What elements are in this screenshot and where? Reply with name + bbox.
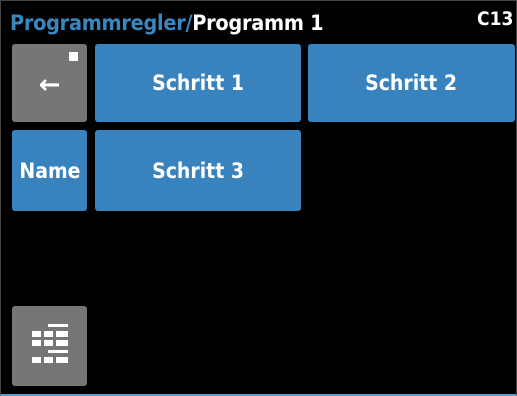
keypad-icon [31, 324, 68, 368]
breadcrumb: Programmregler/Programm 1 [10, 8, 510, 38]
back-button[interactable]: ← [12, 44, 87, 122]
step-2-button[interactable]: Schritt 2 [308, 44, 515, 122]
breadcrumb-parent[interactable]: Programmregler [10, 11, 186, 35]
page-title: Programm 1 [192, 11, 324, 35]
breadcrumb-text: Programmregler/Programm 1 [10, 11, 324, 35]
screen-code: C13 [476, 8, 513, 30]
back-arrow-icon: ← [38, 70, 61, 100]
screen: Programmregler/Programm 1 C13 ← Schritt … [0, 0, 517, 396]
step-1-label: Schritt 1 [152, 71, 244, 95]
corner-square-icon [69, 52, 78, 61]
keypad-button[interactable] [12, 306, 87, 386]
step-3-button[interactable]: Schritt 3 [95, 130, 301, 211]
step-2-label: Schritt 2 [365, 71, 458, 95]
name-button[interactable]: Name [12, 130, 87, 211]
step-3-label: Schritt 3 [152, 158, 244, 183]
step-1-button[interactable]: Schritt 1 [95, 44, 301, 122]
name-label: Name [18, 158, 81, 183]
